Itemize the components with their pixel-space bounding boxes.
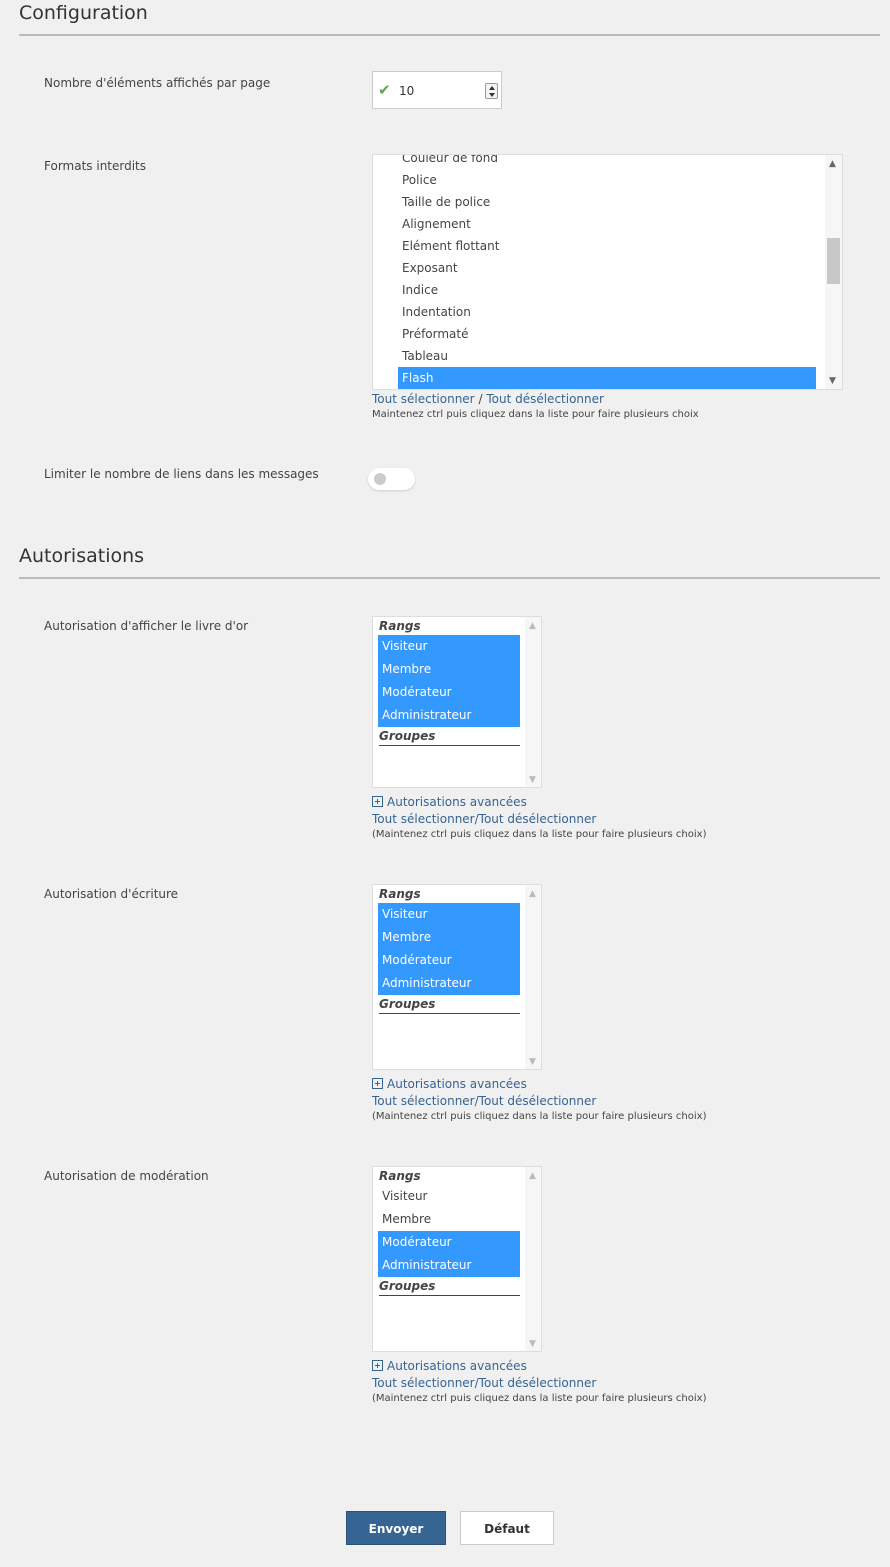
groups-group-header: Groupes	[379, 1279, 520, 1296]
advanced-permissions-link[interactable]: Autorisations avancées	[372, 1359, 527, 1373]
plus-box-icon	[372, 1360, 383, 1371]
advanced-permissions-link[interactable]: Autorisations avancées	[372, 1077, 527, 1091]
items-per-page-input[interactable]: ✔ 10	[372, 71, 502, 109]
submit-button[interactable]: Envoyer	[346, 1511, 446, 1545]
plus-box-icon	[372, 1078, 383, 1089]
format-option[interactable]: Indentation	[398, 301, 816, 323]
permission-select[interactable]: Rangs Visiteur Membre Modérateur Administrat…	[372, 1166, 542, 1352]
rank-option[interactable]: Administrateur	[378, 704, 520, 727]
ranks-group-header: Rangs	[379, 887, 421, 901]
select-toggle-link[interactable]: Tout sélectionner/Tout désélectionner	[372, 812, 596, 826]
default-button[interactable]: Défaut	[460, 1511, 554, 1545]
advanced-permissions-label: Autorisations avancées	[387, 1077, 527, 1091]
select-links: Tout sélectionner / Tout désélectionner	[372, 392, 604, 406]
scroll-down-icon[interactable]: ▼	[529, 1057, 536, 1067]
advanced-permissions-label: Autorisations avancées	[387, 1359, 527, 1373]
permission-hint: (Maintenez ctrl puis cliquez dans la lis…	[372, 1111, 707, 1122]
scroll-down-icon[interactable]: ▼	[829, 376, 836, 386]
scroll-down-icon[interactable]: ▼	[529, 1339, 536, 1349]
permission-hint: (Maintenez ctrl puis cliquez dans la lis…	[372, 829, 707, 840]
rank-option[interactable]: Modérateur	[378, 949, 520, 972]
format-option[interactable]: Police	[398, 169, 816, 191]
format-option[interactable]: Elément flottant	[398, 235, 816, 257]
rank-option[interactable]: Membre	[378, 658, 520, 681]
select-separator: /	[478, 392, 483, 406]
permission-select[interactable]: Rangs Visiteur Membre Modérateur Administrat…	[372, 616, 542, 788]
groups-group-header: Groupes	[379, 729, 520, 746]
rank-option[interactable]: Administrateur	[378, 1254, 520, 1277]
forbidden-formats-label: Formats interdits	[44, 159, 147, 173]
configuration-title: Configuration	[19, 2, 148, 24]
ranks-group-header: Rangs	[379, 1169, 421, 1183]
deselect-all-link[interactable]: Tout désélectionner	[486, 392, 604, 406]
limit-links-toggle[interactable]	[368, 468, 415, 490]
select-toggle-link[interactable]: Tout sélectionner/Tout désélectionner	[372, 1376, 596, 1390]
advanced-permissions-label: Autorisations avancées	[387, 795, 527, 809]
advanced-permissions-link[interactable]: Autorisations avancées	[372, 795, 527, 809]
format-option[interactable]: Tableau	[398, 345, 816, 367]
limit-links-label: Limiter le nombre de liens dans les mess…	[44, 467, 319, 481]
select-all-link[interactable]: Tout sélectionner	[372, 392, 475, 406]
rank-option[interactable]: Modérateur	[378, 681, 520, 704]
plus-box-icon	[372, 796, 383, 807]
format-option[interactable]: Couleur de fond	[398, 155, 816, 169]
scroll-up-icon[interactable]: ▲	[529, 889, 536, 899]
permission-scrollbar[interactable]: ▲ ▼	[525, 1167, 541, 1351]
scroll-thumb[interactable]	[827, 238, 840, 284]
rank-option[interactable]: Membre	[378, 926, 520, 949]
format-option[interactable]: Préformaté	[398, 323, 816, 345]
permission-hint: (Maintenez ctrl puis cliquez dans la lis…	[372, 1393, 707, 1404]
permission-select[interactable]: Rangs Visiteur Membre Modérateur Administrat…	[372, 884, 542, 1070]
forbidden-formats-select[interactable]: ▲ ▼ Couleur de fond Police Taille de polic…	[372, 154, 843, 390]
ranks-group-header: Rangs	[379, 619, 421, 633]
items-per-page-label: Nombre d'éléments affichés par page	[44, 76, 271, 90]
check-icon: ✔	[378, 81, 391, 99]
formats-hint: Maintenez ctrl puis cliquez dans la list…	[372, 409, 699, 420]
rank-option[interactable]: Visiteur	[378, 903, 520, 926]
permission-scrollbar[interactable]: ▲ ▼	[525, 885, 541, 1069]
scroll-up-icon[interactable]: ▲	[829, 159, 836, 169]
scroll-up-icon[interactable]: ▲	[529, 1171, 536, 1181]
permission-label: Autorisation d'afficher le livre d'or	[44, 619, 249, 633]
format-option[interactable]: Flash	[398, 367, 816, 389]
format-option[interactable]: Indice	[398, 279, 816, 301]
groups-group-header: Groupes	[379, 997, 520, 1014]
spinner-arrows-icon[interactable]	[485, 83, 498, 99]
rank-option[interactable]: Visiteur	[378, 1185, 520, 1208]
format-option[interactable]: Alignement	[398, 213, 816, 235]
rank-option[interactable]: Modérateur	[378, 1231, 520, 1254]
select-toggle-link[interactable]: Tout sélectionner/Tout désélectionner	[372, 1094, 596, 1108]
scroll-down-icon[interactable]: ▼	[529, 775, 536, 785]
toggle-knob	[374, 473, 386, 485]
authorizations-divider	[19, 577, 880, 579]
format-option[interactable]: Exposant	[398, 257, 816, 279]
rank-option[interactable]: Administrateur	[378, 972, 520, 995]
rank-option[interactable]: Visiteur	[378, 635, 520, 658]
format-option[interactable]: Taille de police	[398, 191, 816, 213]
scroll-up-icon[interactable]: ▲	[529, 621, 536, 631]
items-per-page-value[interactable]: 10	[399, 84, 414, 98]
rank-option[interactable]: Membre	[378, 1208, 520, 1231]
configuration-divider	[19, 34, 880, 36]
permission-label: Autorisation d'écriture	[44, 887, 179, 901]
authorizations-title: Autorisations	[19, 545, 145, 567]
permission-label: Autorisation de modération	[44, 1169, 209, 1183]
permission-scrollbar[interactable]: ▲ ▼	[525, 617, 541, 787]
formats-scrollbar[interactable]: ▲ ▼	[825, 155, 842, 389]
